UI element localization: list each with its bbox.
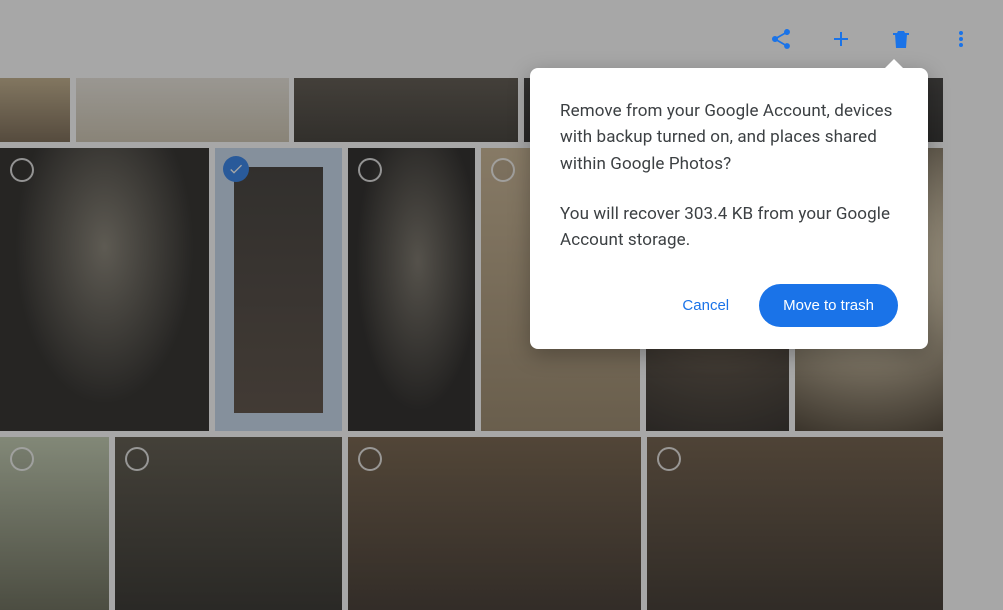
more-vert-icon[interactable]: [949, 27, 973, 51]
photos-app: Remove from your Google Account, devices…: [0, 0, 1003, 610]
plus-icon[interactable]: [829, 27, 853, 51]
selection-toolbar: [0, 0, 1003, 78]
dialog-caret: [884, 59, 904, 69]
cancel-button[interactable]: Cancel: [682, 297, 729, 314]
dialog-message-1: Remove from your Google Account, devices…: [560, 98, 898, 177]
move-to-trash-button[interactable]: Move to trash: [759, 284, 898, 327]
trash-icon[interactable]: [889, 27, 913, 51]
dialog-actions: Cancel Move to trash: [560, 284, 898, 327]
dialog-message-2: You will recover 303.4 KB from your Goog…: [560, 201, 898, 254]
share-icon[interactable]: [769, 27, 793, 51]
move-to-trash-dialog: Remove from your Google Account, devices…: [530, 68, 928, 349]
